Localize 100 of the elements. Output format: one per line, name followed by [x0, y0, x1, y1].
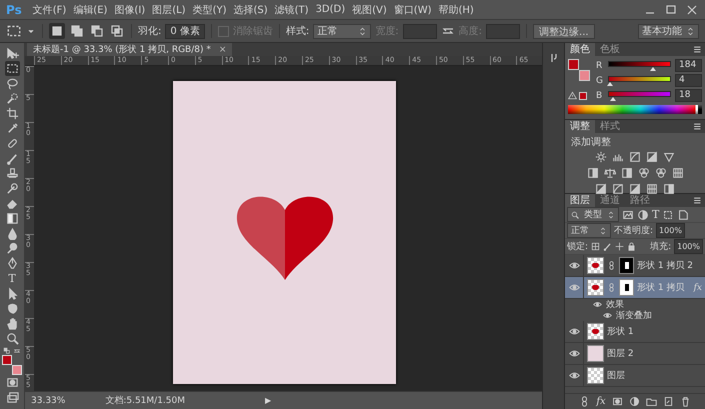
swap-icon[interactable] — [13, 347, 21, 355]
triangle-icon[interactable] — [663, 151, 675, 163]
web-color-swatch[interactable] — [579, 92, 587, 100]
menu-item[interactable]: 编辑(E) — [73, 2, 108, 16]
type-tool[interactable]: T — [4, 271, 20, 286]
chain-icon[interactable] — [607, 261, 616, 270]
selection-mode-icon[interactable] — [69, 23, 85, 39]
eye-icon[interactable] — [603, 311, 612, 320]
panel-tab[interactable]: 样式 — [595, 120, 625, 133]
document-icon[interactable] — [677, 208, 690, 220]
background-swatch[interactable] — [579, 70, 590, 81]
eye-icon[interactable] — [568, 282, 580, 293]
foreground-swatch[interactable] — [568, 59, 579, 70]
color-spectrum[interactable] — [568, 105, 702, 114]
selection-mode-icon[interactable] — [89, 23, 105, 39]
menu-item[interactable]: 类型(Y) — [192, 2, 226, 16]
filter-dropdown[interactable]: 类型 — [567, 207, 619, 222]
folder-icon[interactable] — [646, 396, 657, 407]
half-circle-icon[interactable] — [628, 396, 640, 407]
menu-item[interactable]: 视图(V) — [352, 2, 387, 16]
menu-item[interactable]: 3D(D) — [316, 4, 346, 15]
brush-icon[interactable] — [603, 242, 612, 251]
slider-thumb[interactable] — [650, 67, 656, 71]
layer-row[interactable]: 图层 2 — [565, 343, 705, 365]
chain-icon[interactable] — [607, 283, 616, 292]
close-icon[interactable] — [685, 2, 699, 16]
move-icon[interactable] — [4, 46, 20, 61]
height-field[interactable] — [486, 24, 520, 38]
slider-thumb[interactable] — [606, 82, 613, 86]
foreground-swatch[interactable] — [2, 355, 12, 365]
default-colors-icon[interactable] — [3, 347, 11, 355]
exposure-icon[interactable] — [595, 183, 607, 195]
hand-icon[interactable] — [4, 316, 20, 331]
circles-icon[interactable] — [638, 167, 650, 179]
eye-icon[interactable] — [593, 300, 602, 309]
move-cross-icon[interactable] — [615, 242, 624, 251]
dashed-square-icon[interactable] — [662, 208, 674, 220]
panel-tab[interactable]: 路径 — [625, 194, 655, 207]
menu-item[interactable]: 窗口(W) — [394, 2, 432, 16]
status-menu-button[interactable]: ▶ — [265, 396, 272, 405]
slider-thumb[interactable] — [610, 97, 616, 101]
grid-icon[interactable] — [672, 167, 684, 179]
menu-item[interactable]: 图像(I) — [114, 2, 146, 16]
eye-icon[interactable] — [568, 348, 580, 359]
panel-tab[interactable]: 图层 — [565, 194, 595, 207]
workspace-dropdown[interactable]: 基本功能 — [638, 24, 699, 38]
trash-icon[interactable] — [680, 396, 691, 407]
exposure-icon[interactable] — [629, 183, 641, 195]
feather-field[interactable]: 0 像素 — [165, 24, 205, 38]
maximize-icon[interactable] — [664, 2, 678, 16]
selection-rectangle-icon[interactable] — [6, 23, 22, 39]
menu-item[interactable]: 选择(S) — [233, 2, 268, 16]
eye-icon[interactable] — [568, 370, 580, 381]
menu-item[interactable]: 滤镜(T) — [274, 2, 309, 16]
width-field[interactable] — [402, 24, 437, 38]
eye-icon[interactable] — [568, 260, 580, 271]
menu-icon[interactable] — [691, 44, 702, 55]
checker-icon[interactable] — [591, 242, 600, 251]
scales-icon[interactable] — [604, 167, 616, 179]
lasso-icon[interactable] — [4, 76, 20, 91]
curve-icon[interactable] — [612, 183, 624, 195]
history-brush-icon[interactable] — [4, 181, 20, 196]
layer-row[interactable]: 形状 1 — [565, 321, 705, 343]
half-circle-icon[interactable] — [637, 208, 649, 220]
menu-icon[interactable] — [691, 121, 702, 132]
menu-item[interactable]: 图层(L) — [152, 2, 186, 16]
new-layer-icon[interactable] — [662, 396, 674, 407]
stamp-icon[interactable] — [4, 166, 20, 181]
split-square-icon[interactable] — [586, 167, 598, 179]
zoom-icon[interactable] — [4, 331, 20, 346]
close-tab-button[interactable]: × — [218, 44, 226, 54]
opacity-field[interactable]: 100% — [656, 223, 685, 238]
style-dropdown[interactable]: 正常 — [313, 24, 372, 38]
lock-icon[interactable] — [627, 242, 636, 251]
curve-icon[interactable] — [629, 151, 641, 163]
channel-value-field[interactable]: 184 — [675, 59, 702, 72]
channel-value-field[interactable]: 18 — [675, 89, 702, 102]
type-filter-button[interactable]: T — [652, 208, 660, 220]
mask-icon[interactable] — [612, 396, 623, 407]
channel-value-field[interactable]: 4 — [675, 74, 702, 87]
menu-item[interactable]: 帮助(H) — [438, 2, 474, 16]
refine-edge-button[interactable]: 调整边缘... — [533, 24, 595, 38]
eye-icon[interactable] — [568, 326, 580, 337]
screen-mode-icon[interactable] — [4, 390, 20, 405]
quick-mask-icon[interactable] — [4, 375, 20, 390]
panel-tab[interactable]: 通道 — [595, 194, 625, 207]
menu-item[interactable]: 文件(F) — [32, 2, 66, 16]
exposure-icon[interactable] — [646, 151, 658, 163]
grid-icon[interactable] — [646, 183, 658, 195]
crop-icon[interactable] — [4, 106, 20, 121]
selection-rectangle-icon[interactable] — [4, 61, 20, 76]
selection-mode-icon[interactable] — [109, 23, 125, 39]
selection-mode-icon[interactable] — [49, 23, 65, 39]
document-tab[interactable]: 未标题-1 @ 33.3% (形状 1 拷贝, RGB/8) * × — [27, 43, 232, 56]
image-icon[interactable] — [622, 208, 634, 220]
zoom-field[interactable]: 33.33% — [31, 396, 66, 406]
panel-tab[interactable]: 颜色 — [565, 43, 595, 56]
panel-tab[interactable]: 调整 — [565, 120, 595, 133]
layer-row[interactable]: 形状 1 拷贝 fx — [565, 277, 705, 299]
blend-mode-dropdown[interactable]: 正常 — [567, 223, 611, 238]
